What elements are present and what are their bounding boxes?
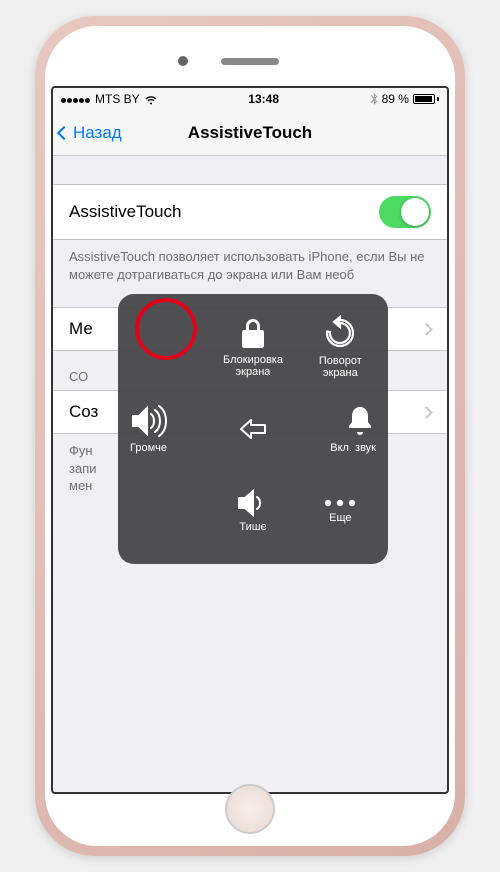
- chevron-right-icon: [420, 406, 433, 419]
- back-button[interactable]: Назад: [59, 123, 122, 143]
- bluetooth-icon: [370, 93, 378, 105]
- volume-up-label: Громче: [130, 442, 167, 454]
- front-camera: [178, 56, 188, 66]
- home-arrow-icon: [239, 418, 267, 440]
- chevron-right-icon: [420, 323, 433, 336]
- battery-icon: [413, 94, 439, 104]
- create-row-label: Соз: [69, 402, 98, 422]
- volume-down-label: Тише: [239, 521, 266, 533]
- sound-on-button[interactable]: Вкл. звук: [297, 388, 384, 470]
- volume-down-button[interactable]: Тише: [209, 470, 296, 552]
- lock-screen-button[interactable]: Блокировка экрана: [209, 306, 296, 388]
- screen: MTS BY 13:48 89 %: [51, 86, 449, 794]
- assistivetouch-toggle-row[interactable]: AssistiveTouch: [53, 184, 447, 240]
- more-dots-icon: [322, 498, 358, 508]
- carrier-label: MTS BY: [95, 92, 140, 106]
- bell-icon: [344, 404, 376, 438]
- volume-up-button[interactable]: Громче: [122, 388, 209, 470]
- rotate-icon: [322, 315, 358, 351]
- phone-frame: MTS BY 13:48 89 %: [35, 16, 465, 856]
- speaker-grille: [221, 58, 279, 65]
- toggle-label: AssistiveTouch: [69, 202, 181, 222]
- chevron-left-icon: [57, 125, 71, 139]
- home-button-physical[interactable]: [225, 784, 275, 834]
- battery-percent: 89 %: [382, 92, 409, 106]
- menu-row-label: Ме: [69, 319, 93, 339]
- lock-icon: [237, 316, 269, 350]
- volume-up-icon: [130, 404, 172, 438]
- rotate-label: Поворот экрана: [319, 355, 362, 379]
- status-bar: MTS BY 13:48 89 %: [53, 88, 447, 110]
- more-button[interactable]: Еще: [297, 470, 384, 552]
- navigation-bar: Назад AssistiveTouch: [53, 110, 447, 156]
- rotate-screen-button[interactable]: Поворот экрана: [297, 306, 384, 388]
- phone-bezel: MTS BY 13:48 89 %: [45, 26, 455, 846]
- back-label: Назад: [73, 123, 122, 143]
- highlight-annotation: [135, 298, 197, 360]
- clock: 13:48: [248, 92, 279, 106]
- assistivetouch-switch[interactable]: [379, 196, 431, 228]
- wifi-icon: [144, 94, 158, 105]
- volume-down-icon: [236, 489, 270, 517]
- home-button[interactable]: [209, 388, 296, 470]
- lock-label: Блокировка экрана: [223, 354, 283, 378]
- more-label: Еще: [329, 512, 351, 524]
- page-title: AssistiveTouch: [188, 123, 312, 143]
- signal-strength-icon: [61, 92, 91, 106]
- sound-on-label: Вкл. звук: [330, 442, 376, 454]
